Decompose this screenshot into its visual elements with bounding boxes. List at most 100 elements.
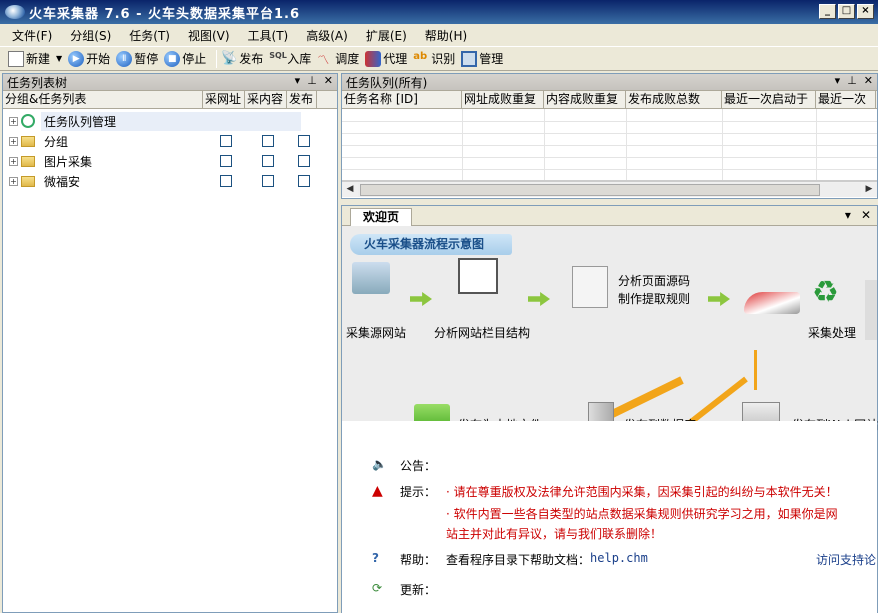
task-tree-pane: 任务列表树 ▾ ⊥ ✕ 分组&任务列表 采网址 采内容 发布 + 任务队列管理 … xyxy=(2,73,338,613)
toolbar: 新建 ▼ ▶ 开始 Ⅱ 暂停 ■ 停止 📡 发布 SQL 入库 〽 调度 代理 … xyxy=(0,46,878,71)
task-tree-header: 分组&任务列表 采网址 采内容 发布 xyxy=(3,91,337,109)
col-publish[interactable]: 发布 xyxy=(287,91,317,108)
expand-icon[interactable]: + xyxy=(9,156,18,166)
content-checkbox[interactable] xyxy=(262,135,274,147)
welcome-tabbar: 欢迎页 ▾ ✕ xyxy=(342,206,877,227)
scroll-right-icon[interactable]: ▶ xyxy=(861,182,877,197)
tab-close-icon[interactable]: ✕ xyxy=(861,208,871,222)
pane-dropdown-icon[interactable]: ▾ xyxy=(835,74,841,87)
support-forum-link[interactable]: 访问支持论 xyxy=(816,551,876,568)
publish-button[interactable]: 📡 发布 xyxy=(221,49,263,69)
folder-icon xyxy=(21,175,35,187)
warning-icon: ▲ xyxy=(372,483,383,499)
col-last-2[interactable]: 最近一次 xyxy=(816,91,876,108)
scroll-thumb[interactable] xyxy=(360,183,820,196)
col-last-start[interactable]: 最近一次启动于 xyxy=(722,91,816,108)
url-checkbox[interactable] xyxy=(220,175,232,187)
url-checkbox[interactable] xyxy=(220,135,232,147)
menu-help[interactable]: 帮助(H) xyxy=(425,27,467,44)
horizontal-scrollbar[interactable]: ◀ ▶ xyxy=(342,181,877,197)
pin-icon[interactable]: ⊥ xyxy=(307,74,317,87)
new-doc-icon xyxy=(8,50,24,67)
expand-icon[interactable]: + xyxy=(9,116,18,126)
task-queue-pane-title: 任务队列(所有) ▾ ⊥ ✕ xyxy=(342,74,877,91)
chart-icon: 〽 xyxy=(317,52,330,67)
help-icon: ? xyxy=(372,551,379,565)
close-button[interactable]: × xyxy=(857,4,874,19)
refresh-icon: ⟳ xyxy=(372,581,383,595)
pause-button[interactable]: Ⅱ 暂停 xyxy=(116,49,158,69)
notice-area: 🔈 公告： ▲ 提示： · 请在尊重版权及法律允许范围内采集，因采集引起的纠纷与… xyxy=(342,421,877,613)
folder-icon xyxy=(21,155,35,167)
col-task-list[interactable]: 分组&任务列表 xyxy=(3,91,203,108)
pin-icon[interactable]: ⊥ xyxy=(847,74,857,87)
task-queue-grid[interactable] xyxy=(342,109,877,181)
tree-item-weifuan[interactable]: + 微福安 xyxy=(3,171,337,191)
menu-advanced[interactable]: 高级(A) xyxy=(306,27,348,44)
menu-task[interactable]: 任务(T) xyxy=(129,27,170,44)
maximize-button[interactable]: □ xyxy=(838,4,855,19)
flow-diagram: 火车采集器流程示意图 采集源网站 分析网站栏目结构 分析页面源码 制作提取规则 … xyxy=(342,226,878,450)
monitor-icon xyxy=(461,50,478,67)
col-content[interactable]: 采内容 xyxy=(245,91,287,108)
publish-checkbox[interactable] xyxy=(298,135,310,147)
dropdown-arrow-icon[interactable]: ▼ xyxy=(56,54,62,63)
manage-button[interactable]: 管理 xyxy=(461,49,503,69)
menu-bar: 文件(F) 分组(S) 任务(T) 视图(V) 工具(T) 高级(A) 扩展(E… xyxy=(0,24,878,46)
presentation-chart-icon xyxy=(458,258,498,294)
tip-row: ▲ 提示： · 请在尊重版权及法律允许范围内采集，因采集引起的纠纷与本软件无关！ xyxy=(372,483,838,499)
help-file-link[interactable]: help.chm xyxy=(590,551,648,568)
play-icon: ▶ xyxy=(68,50,85,67)
update-row: ⟳ 更新： xyxy=(372,581,437,597)
tab-dropdown-icon[interactable]: ▾ xyxy=(845,208,851,222)
publish-checkbox[interactable] xyxy=(298,155,310,167)
expand-icon[interactable]: + xyxy=(9,136,18,146)
tip-2a: · 软件内置一些各自类型的站点数据采集规则供研究学习之用，如果你是网 xyxy=(446,507,838,521)
tab-welcome[interactable]: 欢迎页 xyxy=(350,208,412,227)
import-button[interactable]: SQL 入库 xyxy=(269,49,311,69)
pane-dropdown-icon[interactable]: ▾ xyxy=(295,74,301,87)
help-row: ? 帮助： 查看程序目录下帮助文档： help.chm xyxy=(372,551,648,568)
scroll-left-icon[interactable]: ◀ xyxy=(342,182,358,197)
folder-icon xyxy=(21,135,35,147)
col-url[interactable]: 采网址 xyxy=(203,91,245,108)
arrow-right-icon xyxy=(410,292,432,306)
menu-tools[interactable]: 工具(T) xyxy=(248,27,289,44)
tree-item-group[interactable]: + 分组 xyxy=(3,131,337,151)
tree-item-queue-manage[interactable]: + 任务队列管理 xyxy=(3,111,337,131)
schedule-button[interactable]: 〽 调度 xyxy=(317,49,359,69)
pane-close-icon[interactable]: ✕ xyxy=(864,74,873,87)
minimize-button[interactable]: _ xyxy=(819,4,836,19)
menu-view[interactable]: 视图(V) xyxy=(188,27,230,44)
pane-close-icon[interactable]: ✕ xyxy=(324,74,333,87)
tree-item-image-collect[interactable]: + 图片采集 xyxy=(3,151,337,171)
app-logo-icon xyxy=(5,5,25,19)
url-checkbox[interactable] xyxy=(220,155,232,167)
col-url-stats[interactable]: 网址成败重复 xyxy=(462,91,544,108)
col-content-stats[interactable]: 内容成败重复 xyxy=(544,91,626,108)
flow-scrollbar[interactable] xyxy=(865,280,877,340)
publish-checkbox[interactable] xyxy=(298,175,310,187)
menu-file[interactable]: 文件(F) xyxy=(12,27,52,44)
expand-icon[interactable]: + xyxy=(9,176,18,186)
proxy-icon xyxy=(365,50,382,67)
arrow-right-icon xyxy=(528,292,550,306)
menu-group[interactable]: 分组(S) xyxy=(70,27,111,44)
start-button[interactable]: ▶ 开始 xyxy=(68,49,110,69)
content-checkbox[interactable] xyxy=(262,175,274,187)
col-publish-stats[interactable]: 发布成败总数 xyxy=(626,91,722,108)
stop-icon: ■ xyxy=(164,50,181,67)
welcome-pane: 欢迎页 ▾ ✕ 火车采集器流程示意图 采集源网站 分析网站栏目结构 分析页面源码… xyxy=(341,205,878,613)
satellite-icon: 📡 xyxy=(221,50,238,66)
recognize-button[interactable]: ab 识别 xyxy=(413,49,455,69)
task-tree-pane-title: 任务列表树 ▾ ⊥ ✕ xyxy=(3,74,337,91)
flow-title: 火车采集器流程示意图 xyxy=(350,234,512,255)
menu-extend[interactable]: 扩展(E) xyxy=(366,27,407,44)
content-checkbox[interactable] xyxy=(262,155,274,167)
col-task-name[interactable]: 任务名称 [ID] xyxy=(342,91,462,108)
stop-button[interactable]: ■ 停止 xyxy=(164,49,206,69)
speaker-icon: 🔈 xyxy=(372,457,387,471)
arrow-right-icon xyxy=(708,292,730,306)
new-button[interactable]: 新建 ▼ xyxy=(8,49,62,69)
proxy-button[interactable]: 代理 xyxy=(365,49,407,69)
